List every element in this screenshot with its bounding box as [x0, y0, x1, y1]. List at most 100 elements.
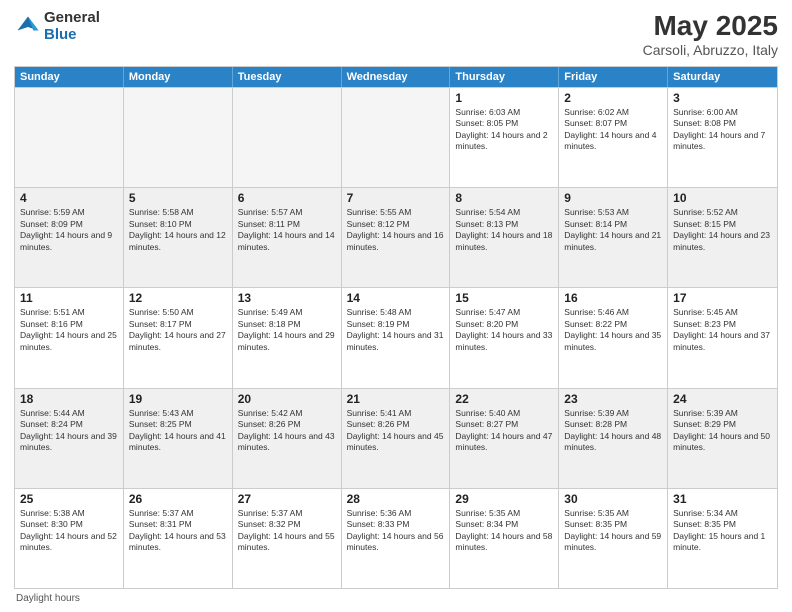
- calendar-cell: 1 Sunrise: 6:03 AM Sunset: 8:05 PM Daylig…: [450, 88, 559, 187]
- calendar-week-2: 11 Sunrise: 5:51 AM Sunset: 8:16 PM Dayli…: [15, 287, 777, 387]
- calendar-cell: 23 Sunrise: 5:39 AM Sunset: 8:28 PM Dayli…: [559, 389, 668, 488]
- day-info: Sunrise: 5:58 AM Sunset: 8:10 PM Dayligh…: [129, 207, 227, 253]
- logo-blue: Blue: [44, 27, 100, 44]
- calendar-cell: 8Sunrise: 5:54 AM Sunset: 8:13 PM Daylig…: [450, 188, 559, 287]
- day-number: 21: [347, 392, 445, 406]
- day-number: 31: [673, 492, 772, 506]
- day-info: Sunrise: 5:50 AM Sunset: 8:17 PM Dayligh…: [129, 307, 227, 353]
- calendar-cell: 10 Sunrise: 5:52 AM Sunset: 8:15 PM Dayli…: [668, 188, 777, 287]
- day-number: 26: [129, 492, 227, 506]
- calendar-cell: 18 Sunrise: 5:44 AM Sunset: 8:24 PM Dayli…: [15, 389, 124, 488]
- calendar-cell: 9 Sunrise: 5:53 AM Sunset: 8:14 PM Daylig…: [559, 188, 668, 287]
- calendar-cell: 22 Sunrise: 5:40 AM Sunset: 8:27 PM Dayli…: [450, 389, 559, 488]
- calendar-cell: 15Sunrise: 5:47 AM Sunset: 8:20 PM Dayli…: [450, 288, 559, 387]
- page: General Blue May 2025 Carsoli, Abruzzo, …: [0, 0, 792, 612]
- day-info: Sunrise: 5:43 AM Sunset: 8:25 PM Dayligh…: [129, 408, 227, 454]
- day-number: 30: [564, 492, 662, 506]
- calendar-body: 1 Sunrise: 6:03 AM Sunset: 8:05 PM Daylig…: [15, 87, 777, 588]
- day-number: 17: [673, 291, 772, 305]
- day-number: 9: [564, 191, 662, 205]
- day-info: Sunrise: 5:59 AM Sunset: 8:09 PM Dayligh…: [20, 207, 118, 253]
- day-info: Sunrise: 5:40 AM Sunset: 8:27 PM Dayligh…: [455, 408, 553, 454]
- day-info: Sunrise: 5:41 AM Sunset: 8:26 PM Dayligh…: [347, 408, 445, 454]
- calendar-cell: 4 Sunrise: 5:59 AM Sunset: 8:09 PM Daylig…: [15, 188, 124, 287]
- calendar-cell: 6 Sunrise: 5:57 AM Sunset: 8:11 PM Daylig…: [233, 188, 342, 287]
- main-title: May 2025: [643, 10, 778, 42]
- day-number: 3: [673, 91, 772, 105]
- calendar-cell: 21 Sunrise: 5:41 AM Sunset: 8:26 PM Dayli…: [342, 389, 451, 488]
- header-friday: Friday: [559, 67, 668, 87]
- logo-general: General: [44, 10, 100, 27]
- calendar-cell: 11 Sunrise: 5:51 AM Sunset: 8:16 PM Dayli…: [15, 288, 124, 387]
- calendar-cell: 24Sunrise: 5:39 AM Sunset: 8:29 PM Dayli…: [668, 389, 777, 488]
- calendar-cell: 19Sunrise: 5:43 AM Sunset: 8:25 PM Dayli…: [124, 389, 233, 488]
- day-number: 27: [238, 492, 336, 506]
- day-info: Sunrise: 5:34 AM Sunset: 8:35 PM Dayligh…: [673, 508, 772, 554]
- day-info: Sunrise: 6:03 AM Sunset: 8:05 PM Dayligh…: [455, 107, 553, 153]
- footer-note: Daylight hours: [14, 593, 778, 604]
- day-number: 11: [20, 291, 118, 305]
- day-info: Sunrise: 5:42 AM Sunset: 8:26 PM Dayligh…: [238, 408, 336, 454]
- title-block: May 2025 Carsoli, Abruzzo, Italy: [643, 10, 778, 58]
- calendar-cell: 2Sunrise: 6:02 AM Sunset: 8:07 PM Daylig…: [559, 88, 668, 187]
- header: General Blue May 2025 Carsoli, Abruzzo, …: [14, 10, 778, 58]
- calendar-week-4: 25 Sunrise: 5:38 AM Sunset: 8:30 PM Dayli…: [15, 488, 777, 588]
- calendar-cell: 26Sunrise: 5:37 AM Sunset: 8:31 PM Dayli…: [124, 489, 233, 588]
- day-info: Sunrise: 5:45 AM Sunset: 8:23 PM Dayligh…: [673, 307, 772, 353]
- calendar-cell: 17 Sunrise: 5:45 AM Sunset: 8:23 PM Dayli…: [668, 288, 777, 387]
- calendar-cell: 25 Sunrise: 5:38 AM Sunset: 8:30 PM Dayli…: [15, 489, 124, 588]
- day-info: Sunrise: 5:35 AM Sunset: 8:35 PM Dayligh…: [564, 508, 662, 554]
- calendar-cell: 31 Sunrise: 5:34 AM Sunset: 8:35 PM Dayli…: [668, 489, 777, 588]
- day-number: 1: [455, 91, 553, 105]
- day-number: 28: [347, 492, 445, 506]
- calendar-cell: [15, 88, 124, 187]
- day-number: 20: [238, 392, 336, 406]
- day-info: Sunrise: 5:39 AM Sunset: 8:28 PM Dayligh…: [564, 408, 662, 454]
- day-info: Sunrise: 5:53 AM Sunset: 8:14 PM Dayligh…: [564, 207, 662, 253]
- calendar-cell: 7Sunrise: 5:55 AM Sunset: 8:12 PM Daylig…: [342, 188, 451, 287]
- calendar-cell: 27Sunrise: 5:37 AM Sunset: 8:32 PM Dayli…: [233, 489, 342, 588]
- calendar-week-3: 18 Sunrise: 5:44 AM Sunset: 8:24 PM Dayli…: [15, 388, 777, 488]
- day-info: Sunrise: 5:51 AM Sunset: 8:16 PM Dayligh…: [20, 307, 118, 353]
- logo-text: General Blue: [44, 10, 100, 43]
- calendar-cell: 16Sunrise: 5:46 AM Sunset: 8:22 PM Dayli…: [559, 288, 668, 387]
- calendar-cell: 20 Sunrise: 5:42 AM Sunset: 8:26 PM Dayli…: [233, 389, 342, 488]
- day-number: 5: [129, 191, 227, 205]
- calendar-cell: 30 Sunrise: 5:35 AM Sunset: 8:35 PM Dayli…: [559, 489, 668, 588]
- day-number: 23: [564, 392, 662, 406]
- calendar-week-1: 4 Sunrise: 5:59 AM Sunset: 8:09 PM Daylig…: [15, 187, 777, 287]
- day-number: 10: [673, 191, 772, 205]
- calendar-cell: 28Sunrise: 5:36 AM Sunset: 8:33 PM Dayli…: [342, 489, 451, 588]
- day-number: 22: [455, 392, 553, 406]
- header-thursday: Thursday: [450, 67, 559, 87]
- calendar-cell: 29 Sunrise: 5:35 AM Sunset: 8:34 PM Dayli…: [450, 489, 559, 588]
- day-info: Sunrise: 5:52 AM Sunset: 8:15 PM Dayligh…: [673, 207, 772, 253]
- day-number: 29: [455, 492, 553, 506]
- day-info: Sunrise: 5:39 AM Sunset: 8:29 PM Dayligh…: [673, 408, 772, 454]
- day-info: Sunrise: 5:35 AM Sunset: 8:34 PM Dayligh…: [455, 508, 553, 554]
- calendar-cell: [342, 88, 451, 187]
- day-number: 12: [129, 291, 227, 305]
- day-number: 4: [20, 191, 118, 205]
- calendar-cell: 5 Sunrise: 5:58 AM Sunset: 8:10 PM Daylig…: [124, 188, 233, 287]
- calendar-cell: [233, 88, 342, 187]
- day-info: Sunrise: 5:38 AM Sunset: 8:30 PM Dayligh…: [20, 508, 118, 554]
- day-number: 16: [564, 291, 662, 305]
- calendar-header: Sunday Monday Tuesday Wednesday Thursday…: [15, 67, 777, 87]
- day-number: 18: [20, 392, 118, 406]
- day-number: 14: [347, 291, 445, 305]
- calendar-cell: 12 Sunrise: 5:50 AM Sunset: 8:17 PM Dayli…: [124, 288, 233, 387]
- header-sunday: Sunday: [15, 67, 124, 87]
- day-info: Sunrise: 5:44 AM Sunset: 8:24 PM Dayligh…: [20, 408, 118, 454]
- calendar-cell: 14Sunrise: 5:48 AM Sunset: 8:19 PM Dayli…: [342, 288, 451, 387]
- day-info: Sunrise: 5:57 AM Sunset: 8:11 PM Dayligh…: [238, 207, 336, 253]
- header-tuesday: Tuesday: [233, 67, 342, 87]
- subtitle: Carsoli, Abruzzo, Italy: [643, 42, 778, 58]
- day-info: Sunrise: 5:54 AM Sunset: 8:13 PM Dayligh…: [455, 207, 553, 253]
- day-info: Sunrise: 5:49 AM Sunset: 8:18 PM Dayligh…: [238, 307, 336, 353]
- day-number: 25: [20, 492, 118, 506]
- day-number: 6: [238, 191, 336, 205]
- day-info: Sunrise: 5:55 AM Sunset: 8:12 PM Dayligh…: [347, 207, 445, 253]
- logo-icon: [14, 13, 42, 41]
- header-wednesday: Wednesday: [342, 67, 451, 87]
